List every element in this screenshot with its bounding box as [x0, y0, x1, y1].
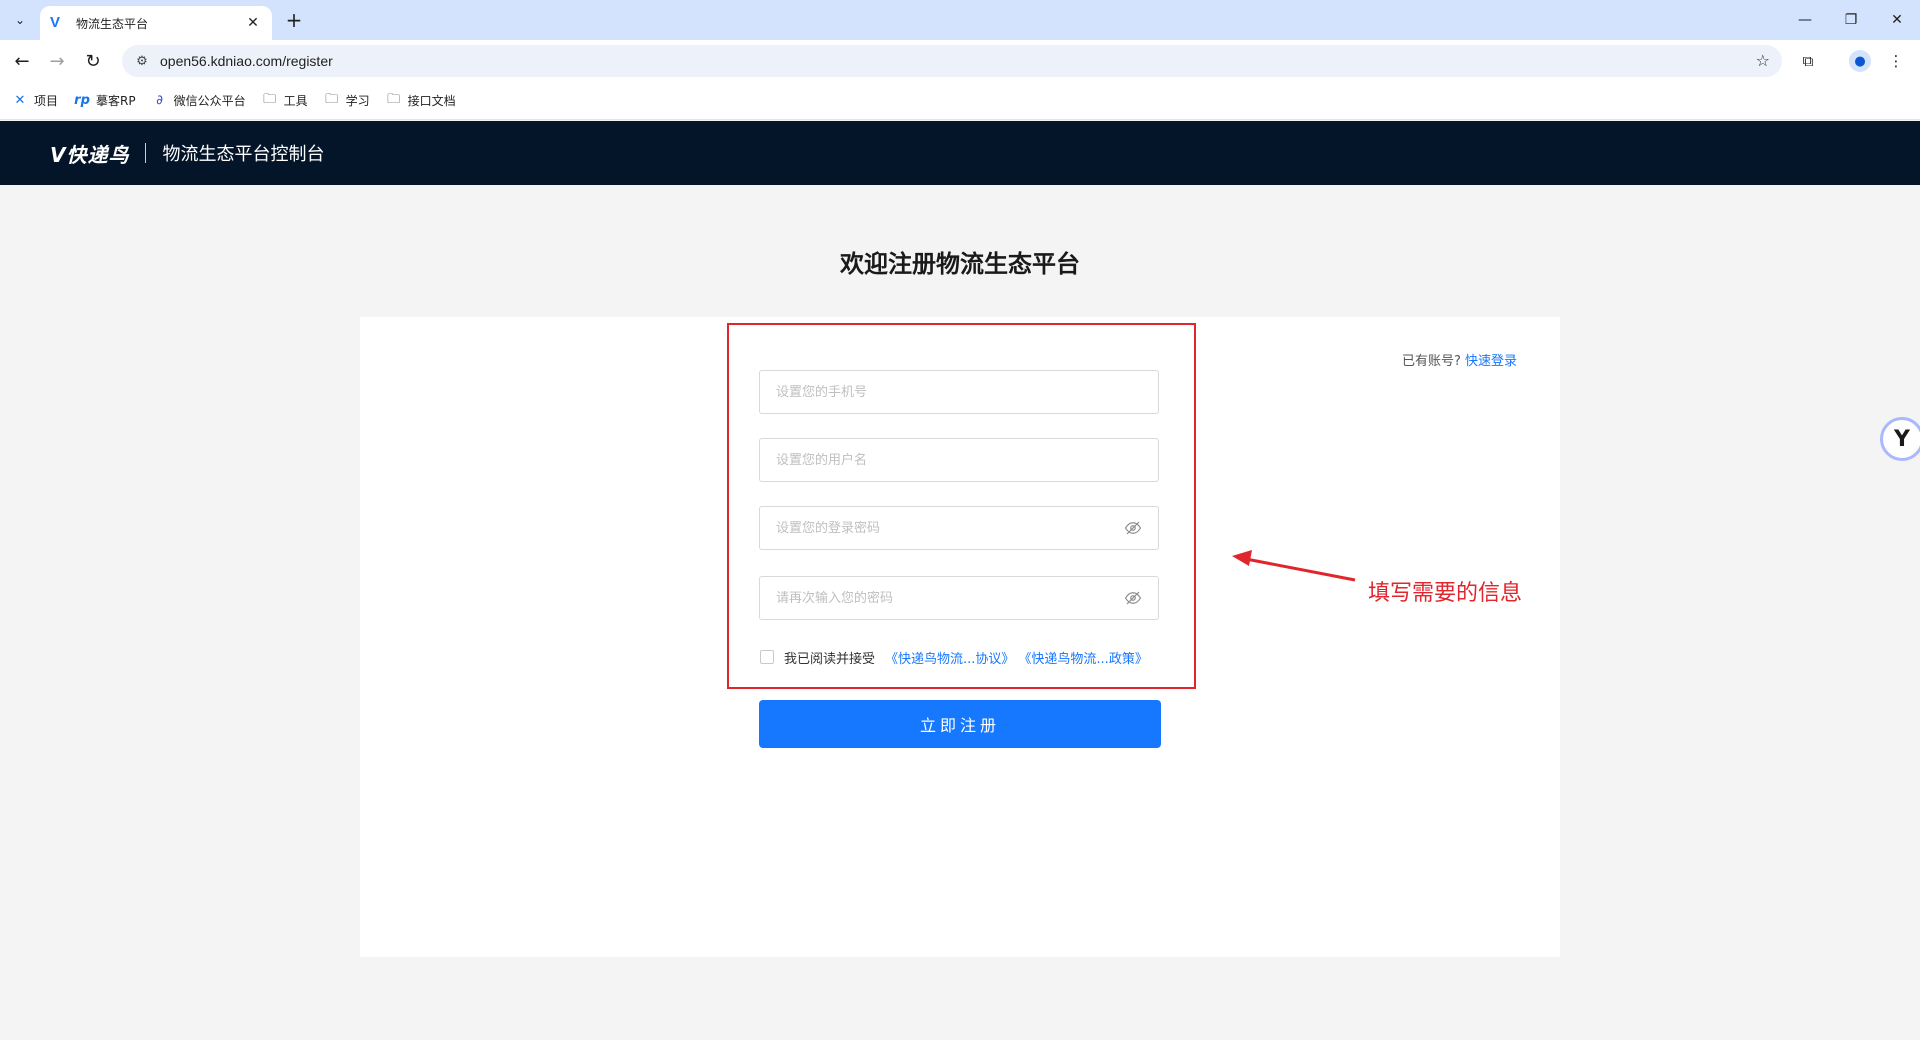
url-text[interactable]: open56.kdniao.com/register	[160, 53, 333, 69]
tab-close-icon[interactable]: ✕	[244, 15, 262, 31]
bookmark-star-icon[interactable]: ☆	[1756, 51, 1770, 70]
extensions-icon[interactable]: ⧉	[1795, 48, 1821, 74]
annotation-arrow-icon	[1232, 550, 1356, 582]
rp-logo-icon: rp	[74, 93, 90, 108]
page-title: 欢迎注册物流生态平台	[840, 250, 1080, 278]
site-favicon-icon: V	[50, 14, 61, 31]
browser-tab-bar: ⌄ V 物流生态平台 ✕ + — ❐ ✕	[0, 0, 1920, 40]
tab-search-chevron-icon[interactable]: ⌄	[8, 9, 32, 31]
browser-toolbar: ← → ↻ ⚙ open56.kdniao.com/register ☆ ⧉ ●…	[0, 40, 1920, 82]
bookmark-label: 项目	[34, 94, 59, 108]
bookmark-label: 微信公众平台	[173, 94, 246, 108]
register-button[interactable]: 立即注册	[759, 700, 1161, 748]
menu-kebab-icon[interactable]: ⋮	[1883, 48, 1909, 74]
header-divider	[145, 143, 147, 163]
login-hint: 已有账号? 快速登录	[1402, 350, 1517, 369]
restore-button[interactable]: ❐	[1826, 0, 1876, 40]
header-title: 物流生态平台控制台	[162, 144, 325, 165]
browser-tab[interactable]: V 物流生态平台 ✕	[40, 6, 272, 40]
tab-title: 物流生态平台	[76, 16, 149, 31]
bookmark-folder[interactable]: 🗀 工具	[262, 90, 308, 112]
link-icon: ∂	[156, 93, 163, 108]
address-bar[interactable]: ⚙ open56.kdniao.com/register ☆	[122, 45, 1782, 77]
bookmark-item[interactable]: ∂ 微信公众平台	[152, 92, 246, 109]
site-info-icon[interactable]: ⚙	[132, 54, 152, 69]
site-header: V快递鸟 物流生态平台控制台	[0, 121, 1920, 185]
folder-icon: 🗀	[263, 91, 277, 107]
profile-avatar-icon[interactable]: ●	[1849, 50, 1871, 72]
bookmark-label: 学习	[345, 94, 370, 108]
forward-arrow-icon[interactable]: →	[44, 48, 70, 74]
bookmark-label: 工具	[283, 94, 308, 108]
bookmark-folder[interactable]: 🗀 接口文档	[386, 90, 456, 112]
annotation-text: 填写需要的信息	[1368, 581, 1523, 606]
bookmark-folder[interactable]: 🗀 学习	[324, 90, 370, 112]
back-arrow-icon[interactable]: ←	[9, 48, 35, 74]
close-window-button[interactable]: ✕	[1872, 0, 1920, 40]
annotation-highlight-box	[727, 323, 1196, 689]
bookmark-item[interactable]: ✕ 项目	[12, 92, 58, 109]
floating-assistant-icon[interactable]: Y	[1880, 417, 1920, 461]
folder-icon: 🗀	[325, 91, 339, 107]
minimize-button[interactable]: —	[1780, 0, 1830, 40]
new-tab-button[interactable]: +	[282, 9, 306, 31]
bookmark-label: 摹客RP	[96, 94, 136, 108]
kdniao-logo[interactable]: V快递鸟	[50, 139, 129, 168]
reload-icon[interactable]: ↻	[80, 48, 106, 74]
x-logo-icon: ✕	[14, 93, 26, 108]
login-hint-text: 已有账号?	[1402, 354, 1461, 369]
quick-login-link[interactable]: 快速登录	[1465, 354, 1517, 369]
bookmark-item[interactable]: rp 摹客RP	[74, 92, 136, 109]
bookmarks-bar: ✕ 项目 rp 摹客RP ∂ 微信公众平台 🗀 工具 🗀 学习 🗀 接口文档	[0, 82, 1920, 120]
bookmark-label: 接口文档	[407, 94, 456, 108]
folder-icon: 🗀	[387, 91, 401, 107]
